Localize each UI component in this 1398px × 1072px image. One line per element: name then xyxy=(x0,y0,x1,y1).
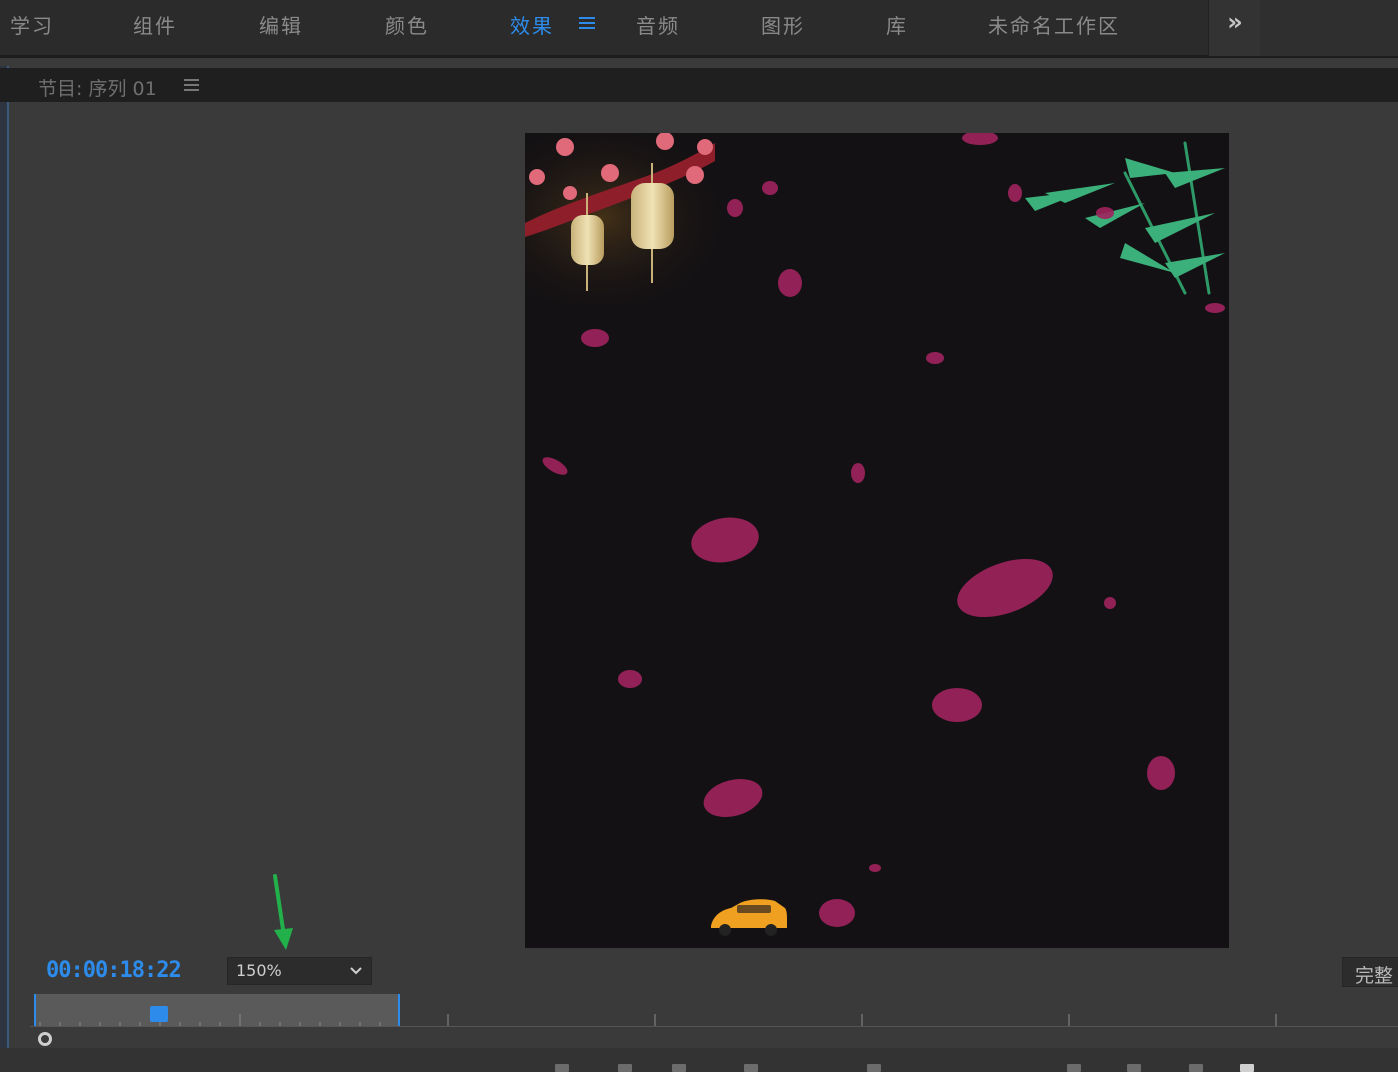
premiere-window: 学习 组件 编辑 颜色 效果 音频 图形 库 未命名工作区 » 节目: 序列 0… xyxy=(0,0,1398,1072)
zoom-level-select[interactable]: 150% xyxy=(227,957,372,985)
panel-focus-edge xyxy=(0,66,9,1072)
workspace-tab-untitled[interactable]: 未命名工作区 xyxy=(988,10,1120,38)
workspace-tab-assembly[interactable]: 组件 xyxy=(133,10,177,38)
playback-resolution-select[interactable]: 完整 xyxy=(1342,957,1398,987)
workspace-tab-effects[interactable]: 效果 xyxy=(510,10,554,38)
transport-button[interactable] xyxy=(1240,1064,1254,1072)
transport-button[interactable] xyxy=(672,1064,686,1072)
in-point-handle-icon[interactable] xyxy=(38,1032,52,1046)
transport-button[interactable] xyxy=(1189,1064,1203,1072)
chevron-down-icon xyxy=(350,967,362,975)
zoom-level-value: 150% xyxy=(236,961,282,980)
playhead-timecode[interactable]: 00:00:18:22 xyxy=(46,958,182,983)
playback-resolution-value: 完整 xyxy=(1355,965,1394,987)
video-frame-content xyxy=(525,133,1225,936)
car-graphic xyxy=(711,899,787,936)
transport-button[interactable] xyxy=(867,1064,881,1072)
workspace-overflow-button[interactable]: » xyxy=(1208,0,1261,56)
time-ruler xyxy=(39,1014,1277,1026)
transport-button[interactable] xyxy=(1067,1064,1081,1072)
timeline-scrub-bar[interactable] xyxy=(30,992,1398,1032)
workspace-tab-libraries[interactable]: 库 xyxy=(886,10,908,38)
video-frame[interactable] xyxy=(525,133,1229,948)
workspace-tab-learn[interactable]: 学习 xyxy=(10,10,54,38)
ruler-baseline xyxy=(30,1026,1398,1027)
annotation-arrow-icon xyxy=(273,874,293,950)
double-chevron-right-icon: » xyxy=(1227,8,1243,36)
transport-button[interactable] xyxy=(744,1064,758,1072)
transport-button[interactable] xyxy=(1127,1064,1141,1072)
transport-button[interactable] xyxy=(618,1064,632,1072)
transport-button[interactable] xyxy=(555,1064,569,1072)
program-monitor-header: 节目: 序列 01 xyxy=(0,68,1398,102)
workspace-bar-spacer xyxy=(1260,0,1398,56)
workspace-tab-audio[interactable]: 音频 xyxy=(636,10,680,38)
workspace-tab-color[interactable]: 颜色 xyxy=(385,10,429,38)
workspace-tab-editing[interactable]: 编辑 xyxy=(259,10,303,38)
workspace-bar: 学习 组件 编辑 颜色 效果 音频 图形 库 未命名工作区 » xyxy=(0,0,1398,58)
panel-title[interactable]: 节目: 序列 01 xyxy=(38,74,157,101)
workspace-menu-icon[interactable] xyxy=(579,14,595,30)
panel-menu-icon[interactable] xyxy=(184,79,199,93)
workspace-tab-graphics[interactable]: 图形 xyxy=(761,10,805,38)
